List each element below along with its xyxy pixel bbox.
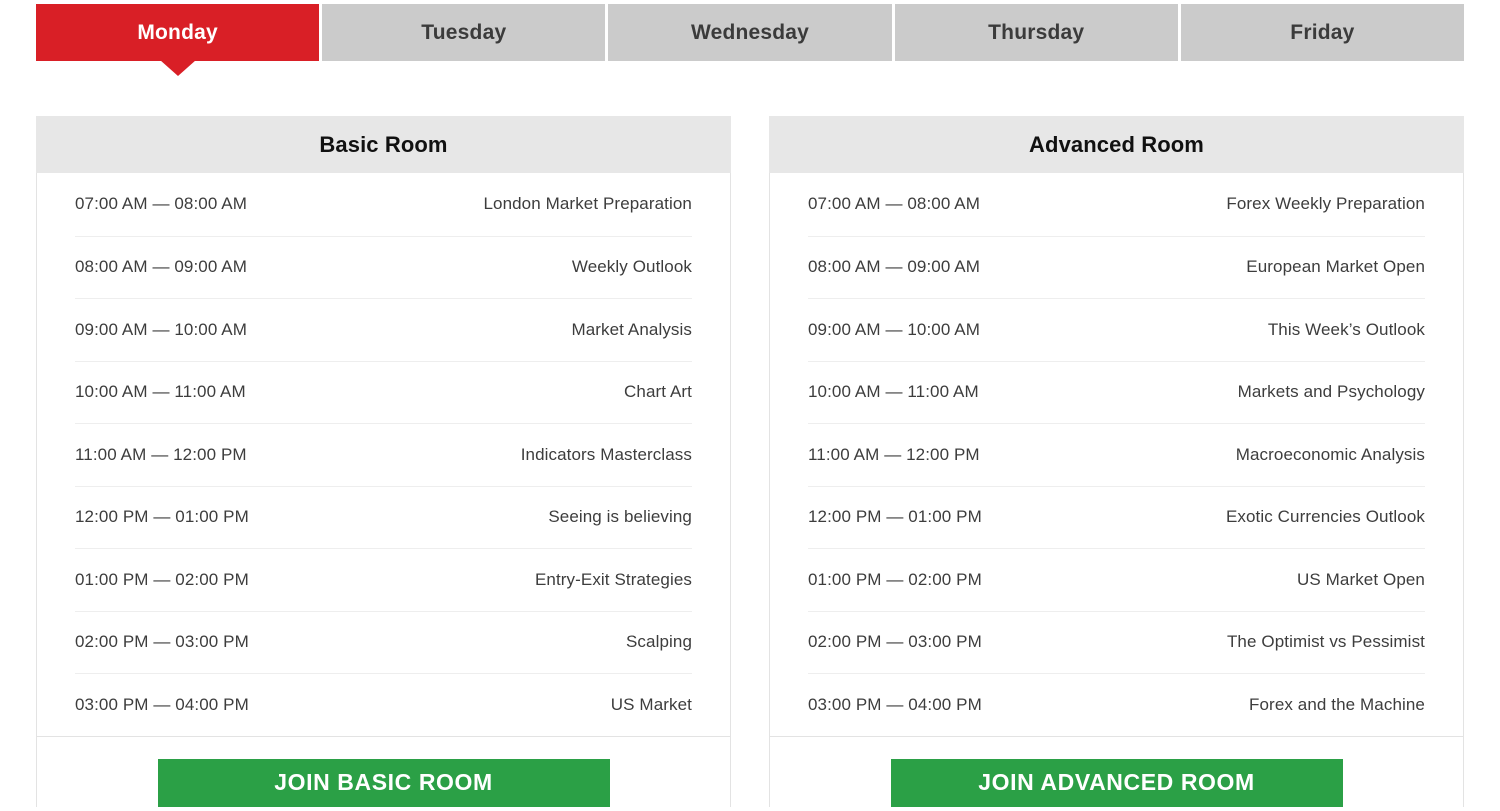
weekly-schedule-page: Monday Tuesday Wednesday Thursday Friday… [0,0,1500,811]
table-row: 07:00 AM — 08:00 AM London Market Prepar… [75,173,692,236]
schedule-time: 09:00 AM — 10:00 AM [75,319,247,339]
schedule-session: Markets and Psychology [1237,382,1425,402]
schedule-session: Macroeconomic Analysis [1235,444,1425,464]
tab-thursday-label: Thursday [988,20,1085,44]
tab-monday[interactable]: Monday [36,4,320,76]
tab-friday[interactable]: Friday [1180,4,1465,61]
table-row: 09:00 AM — 10:00 AM This Week’s Outlook [808,298,1425,361]
schedule-session: Forex Weekly Preparation [1226,194,1425,214]
schedule-time: 11:00 AM — 12:00 PM [75,444,247,464]
schedule-time: 08:00 AM — 09:00 AM [75,257,247,277]
schedule-session: Seeing is believing [548,507,692,527]
schedule-session: Indicators Masterclass [520,444,692,464]
tab-wednesday-label: Wednesday [690,20,810,44]
schedule-session: Chart Art [624,382,692,402]
schedule-time: 12:00 PM — 01:00 PM [75,507,249,527]
table-row: 11:00 AM — 12:00 PM Indicators Mastercla… [75,423,692,486]
schedule-session: Entry-Exit Strategies [534,569,692,589]
schedule-session: Exotic Currencies Outlook [1225,507,1425,527]
schedule-time: 08:00 AM — 09:00 AM [808,257,980,277]
table-row: 12:00 PM — 01:00 PM Seeing is believing [75,485,692,549]
schedule-session: Market Analysis [571,319,692,339]
schedule-session: US Market [610,694,692,714]
table-row: 10:00 AM — 11:00 AM Markets and Psycholo… [808,360,1425,424]
schedule-session: The Optimist vs Pessimist [1226,632,1425,652]
day-tabs: Monday Tuesday Wednesday Thursday Friday [36,4,1465,76]
tab-tuesday[interactable]: Tuesday [322,4,606,61]
active-tab-pointer-icon [159,60,196,76]
schedule-time: 09:00 AM — 10:00 AM [808,319,980,339]
tab-wednesday[interactable]: Wednesday [608,4,892,61]
schedule-time: 02:00 PM — 03:00 PM [808,632,982,652]
table-row: 03:00 PM — 04:00 PM Forex and the Machin… [808,673,1425,736]
room-title-basic: Basic Room [36,116,731,173]
room-card-advanced: Advanced Room 07:00 AM — 08:00 AM Forex … [769,116,1464,807]
schedule-session: Scalping [625,632,692,652]
schedule-list-basic: 07:00 AM — 08:00 AM London Market Prepar… [36,173,731,737]
join-basic-room-button[interactable]: JOIN BASIC ROOM [157,758,610,807]
schedule-session: European Market Open [1246,257,1425,277]
room-footer-basic: JOIN BASIC ROOM [36,736,731,807]
schedule-list-advanced: 07:00 AM — 08:00 AM Forex Weekly Prepara… [769,173,1464,737]
schedule-time: 03:00 PM — 04:00 PM [808,694,982,714]
table-row: 12:00 PM — 01:00 PM Exotic Currencies Ou… [808,485,1425,549]
schedule-time: 11:00 AM — 12:00 PM [808,444,980,464]
schedule-session: Forex and the Machine [1249,694,1425,714]
schedule-time: 03:00 PM — 04:00 PM [75,694,249,714]
table-row: 03:00 PM — 04:00 PM US Market [75,673,692,736]
schedule-time: 07:00 AM — 08:00 AM [75,194,247,214]
room-title-advanced: Advanced Room [769,116,1464,173]
schedule-session: Weekly Outlook [571,257,692,277]
tab-thursday[interactable]: Thursday [894,4,1178,61]
room-card-basic: Basic Room 07:00 AM — 08:00 AM London Ma… [36,116,731,807]
tab-tuesday-label: Tuesday [421,20,507,44]
schedule-session: This Week’s Outlook [1267,319,1425,339]
join-advanced-room-button[interactable]: JOIN ADVANCED ROOM [890,758,1343,807]
table-row: 01:00 PM — 02:00 PM US Market Open [808,548,1425,611]
schedule-time: 10:00 AM — 11:00 AM [808,382,979,402]
table-row: 02:00 PM — 03:00 PM The Optimist vs Pess… [808,610,1425,674]
table-row: 07:00 AM — 08:00 AM Forex Weekly Prepara… [808,173,1425,236]
tab-friday-label: Friday [1290,20,1355,44]
table-row: 08:00 AM — 09:00 AM Weekly Outlook [75,235,692,299]
table-row: 11:00 AM — 12:00 PM Macroeconomic Analys… [808,423,1425,486]
schedule-time: 07:00 AM — 08:00 AM [808,194,980,214]
schedule-time: 01:00 PM — 02:00 PM [808,569,982,589]
table-row: 01:00 PM — 02:00 PM Entry-Exit Strategie… [75,548,692,611]
tab-monday-label: Monday [137,20,218,44]
table-row: 02:00 PM — 03:00 PM Scalping [75,610,692,674]
schedule-time: 01:00 PM — 02:00 PM [75,569,249,589]
table-row: 10:00 AM — 11:00 AM Chart Art [75,360,692,424]
schedule-session: London Market Preparation [483,194,692,214]
schedule-time: 10:00 AM — 11:00 AM [75,382,246,402]
schedule-time: 12:00 PM — 01:00 PM [808,507,982,527]
schedule-time: 02:00 PM — 03:00 PM [75,632,249,652]
schedule-session: US Market Open [1296,569,1425,589]
room-cards: Basic Room 07:00 AM — 08:00 AM London Ma… [36,116,1464,807]
table-row: 08:00 AM — 09:00 AM European Market Open [808,235,1425,299]
table-row: 09:00 AM — 10:00 AM Market Analysis [75,298,692,361]
room-footer-advanced: JOIN ADVANCED ROOM [769,736,1464,807]
